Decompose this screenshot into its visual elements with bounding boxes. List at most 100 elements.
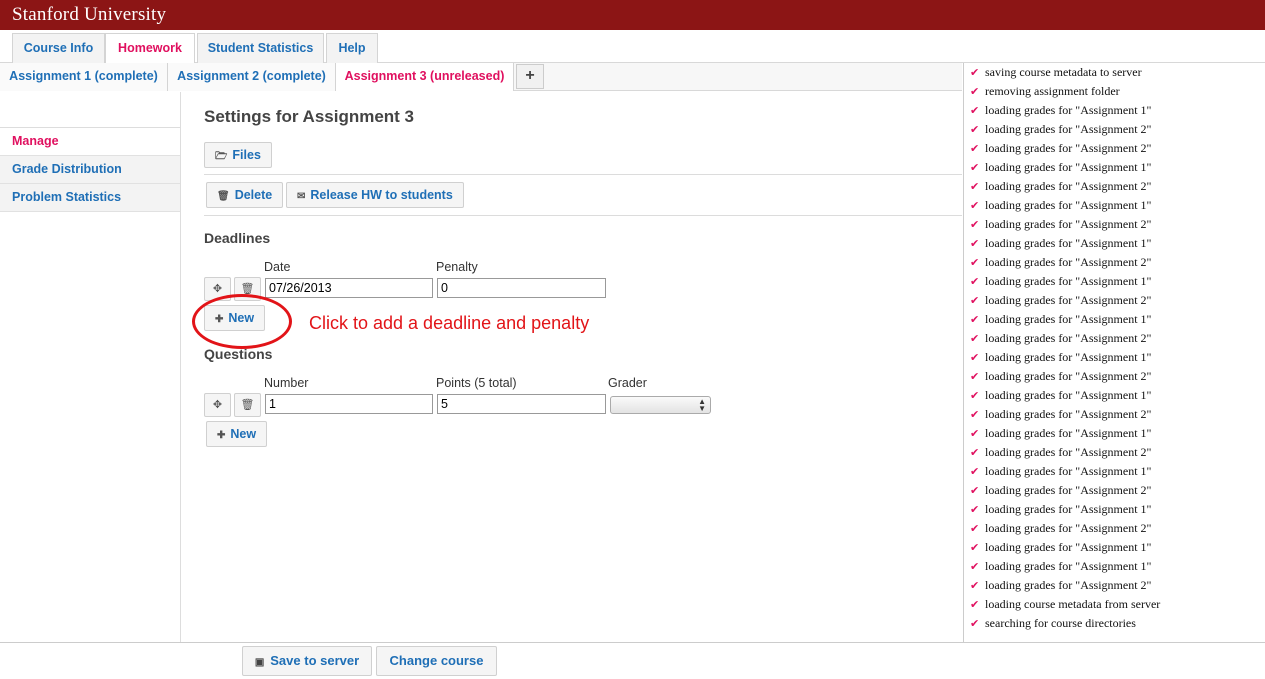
log-line: ✔ loading grades for "Assignment 2": [970, 122, 1151, 141]
log-text: loading grades for "Assignment 1": [985, 426, 1152, 440]
change-course-button[interactable]: Change course: [376, 646, 497, 676]
check-icon: ✔: [970, 275, 980, 288]
tab-help[interactable]: Help: [326, 33, 378, 63]
main-panel: Settings for Assignment 3 🗁 Files 🗑 Delete…: [182, 92, 962, 642]
log-line: ✔ loading grades for "Assignment 1": [970, 350, 1151, 369]
log-line: ✔ loading grades for "Assignment 1": [970, 198, 1151, 217]
check-icon: ✔: [970, 294, 980, 307]
log-text: loading grades for "Assignment 2": [985, 217, 1152, 231]
log-text: loading grades for "Assignment 1": [985, 559, 1152, 573]
annotation-circle: [192, 294, 292, 349]
tab-course-info[interactable]: Course Info: [12, 33, 105, 63]
footer-bar: ▣ Save to server Change course: [0, 642, 1265, 679]
log-text: loading grades for "Assignment 2": [985, 331, 1152, 345]
log-text: loading grades for "Assignment 1": [985, 502, 1152, 516]
deadline-penalty-input[interactable]: [437, 278, 606, 298]
log-text: saving course metadata to server: [985, 65, 1142, 79]
log-text: loading grades for "Assignment 2": [985, 369, 1152, 383]
annotation-text: Click to add a deadline and penalty: [309, 313, 590, 333]
log-text: loading grades for "Assignment 1": [985, 274, 1152, 288]
check-icon: ✔: [970, 104, 980, 117]
sidebar-item-problem-statistics[interactable]: Problem Statistics: [0, 184, 180, 212]
log-text: removing assignment folder: [985, 84, 1120, 98]
brand-title: Stanford University: [12, 4, 167, 25]
sidebar-item-manage[interactable]: Manage: [0, 128, 180, 156]
check-icon: ✔: [970, 465, 980, 478]
log-line: ✔ loading grades for "Assignment 2": [970, 217, 1151, 236]
check-icon: ✔: [970, 427, 980, 440]
tab-homework[interactable]: Homework: [105, 33, 195, 64]
page-title: Settings for Assignment 3: [204, 107, 415, 126]
check-icon: ✔: [970, 123, 980, 136]
log-line: ✔ loading grades for "Assignment 1": [970, 559, 1151, 578]
files-button[interactable]: 🗁 Files: [204, 142, 272, 168]
check-icon: ✔: [970, 332, 980, 345]
log-line: ✔ loading grades for "Assignment 1": [970, 312, 1151, 331]
log-text: loading grades for "Assignment 2": [985, 407, 1152, 421]
new-question-button[interactable]: ✚ New: [206, 421, 268, 447]
grader-select[interactable]: ▲ ▼: [610, 396, 711, 414]
check-icon: ✔: [970, 389, 980, 402]
log-line: ✔ loading grades for "Assignment 2": [970, 179, 1151, 198]
log-line: ✔ loading grades for "Assignment 2": [970, 407, 1151, 426]
check-icon: ✔: [970, 180, 980, 193]
plus-icon: +: [525, 67, 535, 84]
tab-assignment-2[interactable]: Assignment 2 (complete): [168, 63, 336, 91]
divider: [204, 174, 962, 175]
check-icon: ✔: [970, 370, 980, 383]
log-text: loading grades for "Assignment 2": [985, 293, 1152, 307]
log-text: loading grades for "Assignment 2": [985, 445, 1152, 459]
question-points-input[interactable]: [437, 394, 606, 414]
points-column-label: Points (5 total): [436, 376, 517, 390]
log-text: loading grades for "Assignment 2": [985, 483, 1152, 497]
log-text: loading grades for "Assignment 1": [985, 160, 1152, 174]
delete-button[interactable]: 🗑 Delete: [206, 182, 284, 208]
move-icon: ✥: [212, 399, 223, 411]
log-text: loading grades for "Assignment 1": [985, 312, 1152, 326]
check-icon: ✔: [970, 313, 980, 326]
check-icon: ✔: [970, 256, 980, 269]
log-line: ✔ loading grades for "Assignment 2": [970, 255, 1151, 274]
log-line: ✔ loading grades for "Assignment 1": [970, 160, 1151, 179]
add-assignment-button[interactable]: +: [516, 64, 544, 89]
check-icon: ✔: [970, 85, 980, 98]
envelope-icon: ✉: [297, 191, 306, 202]
floppy-icon: ▣: [254, 657, 265, 668]
trash-icon: 🗑: [240, 399, 255, 411]
check-icon: ✔: [970, 522, 980, 535]
log-line: ✔ loading grades for "Assignment 2": [970, 483, 1151, 502]
grader-column-label: Grader: [608, 376, 647, 390]
log-text: loading grades for "Assignment 2": [985, 255, 1152, 269]
delete-question-button[interactable]: 🗑: [234, 393, 261, 417]
log-line: ✔ loading grades for "Assignment 1": [970, 103, 1151, 122]
log-text: loading grades for "Assignment 2": [985, 521, 1152, 535]
main-nav: Course Info Homework Student Statistics …: [0, 30, 1265, 64]
save-to-server-button[interactable]: ▣ Save to server: [242, 646, 372, 676]
log-text: loading grades for "Assignment 1": [985, 388, 1152, 402]
log-text: loading grades for "Assignment 2": [985, 179, 1152, 193]
log-line: ✔ removing assignment folder: [970, 84, 1120, 103]
check-icon: ✔: [970, 408, 980, 421]
sidebar-item-grade-distribution[interactable]: Grade Distribution: [0, 156, 180, 184]
log-text: loading course metadata from server: [985, 597, 1161, 611]
log-line: ✔ loading grades for "Assignment 1": [970, 464, 1151, 483]
log-line: ✔ loading grades for "Assignment 2": [970, 521, 1151, 540]
log-line: ✔ loading grades for "Assignment 1": [970, 502, 1151, 521]
log-line: ✔ loading grades for "Assignment 1": [970, 236, 1151, 255]
question-number-input[interactable]: [265, 394, 433, 414]
tab-assignment-3[interactable]: Assignment 3 (unreleased): [336, 63, 514, 91]
log-line: ✔ searching for course directories: [970, 616, 1136, 635]
top-bar: Stanford University: [0, 0, 1265, 30]
assignment-tabs: Assignment 1 (complete) Assignment 2 (co…: [0, 63, 962, 91]
tab-student-statistics[interactable]: Student Statistics: [197, 33, 324, 63]
log-text: loading grades for "Assignment 1": [985, 236, 1152, 250]
tab-assignment-1[interactable]: Assignment 1 (complete): [0, 63, 168, 91]
check-icon: ✔: [970, 446, 980, 459]
deadline-date-input[interactable]: [265, 278, 433, 298]
move-question-button[interactable]: ✥: [204, 393, 231, 417]
release-hw-button[interactable]: ✉ Release HW to students: [286, 182, 464, 208]
activity-log: ✔ saving course metadata to server ✔ removi…: [963, 63, 1265, 643]
log-text: loading grades for "Assignment 2": [985, 141, 1152, 155]
log-line: ✔ saving course metadata to server: [970, 65, 1142, 84]
log-text: searching for course directories: [985, 616, 1136, 630]
